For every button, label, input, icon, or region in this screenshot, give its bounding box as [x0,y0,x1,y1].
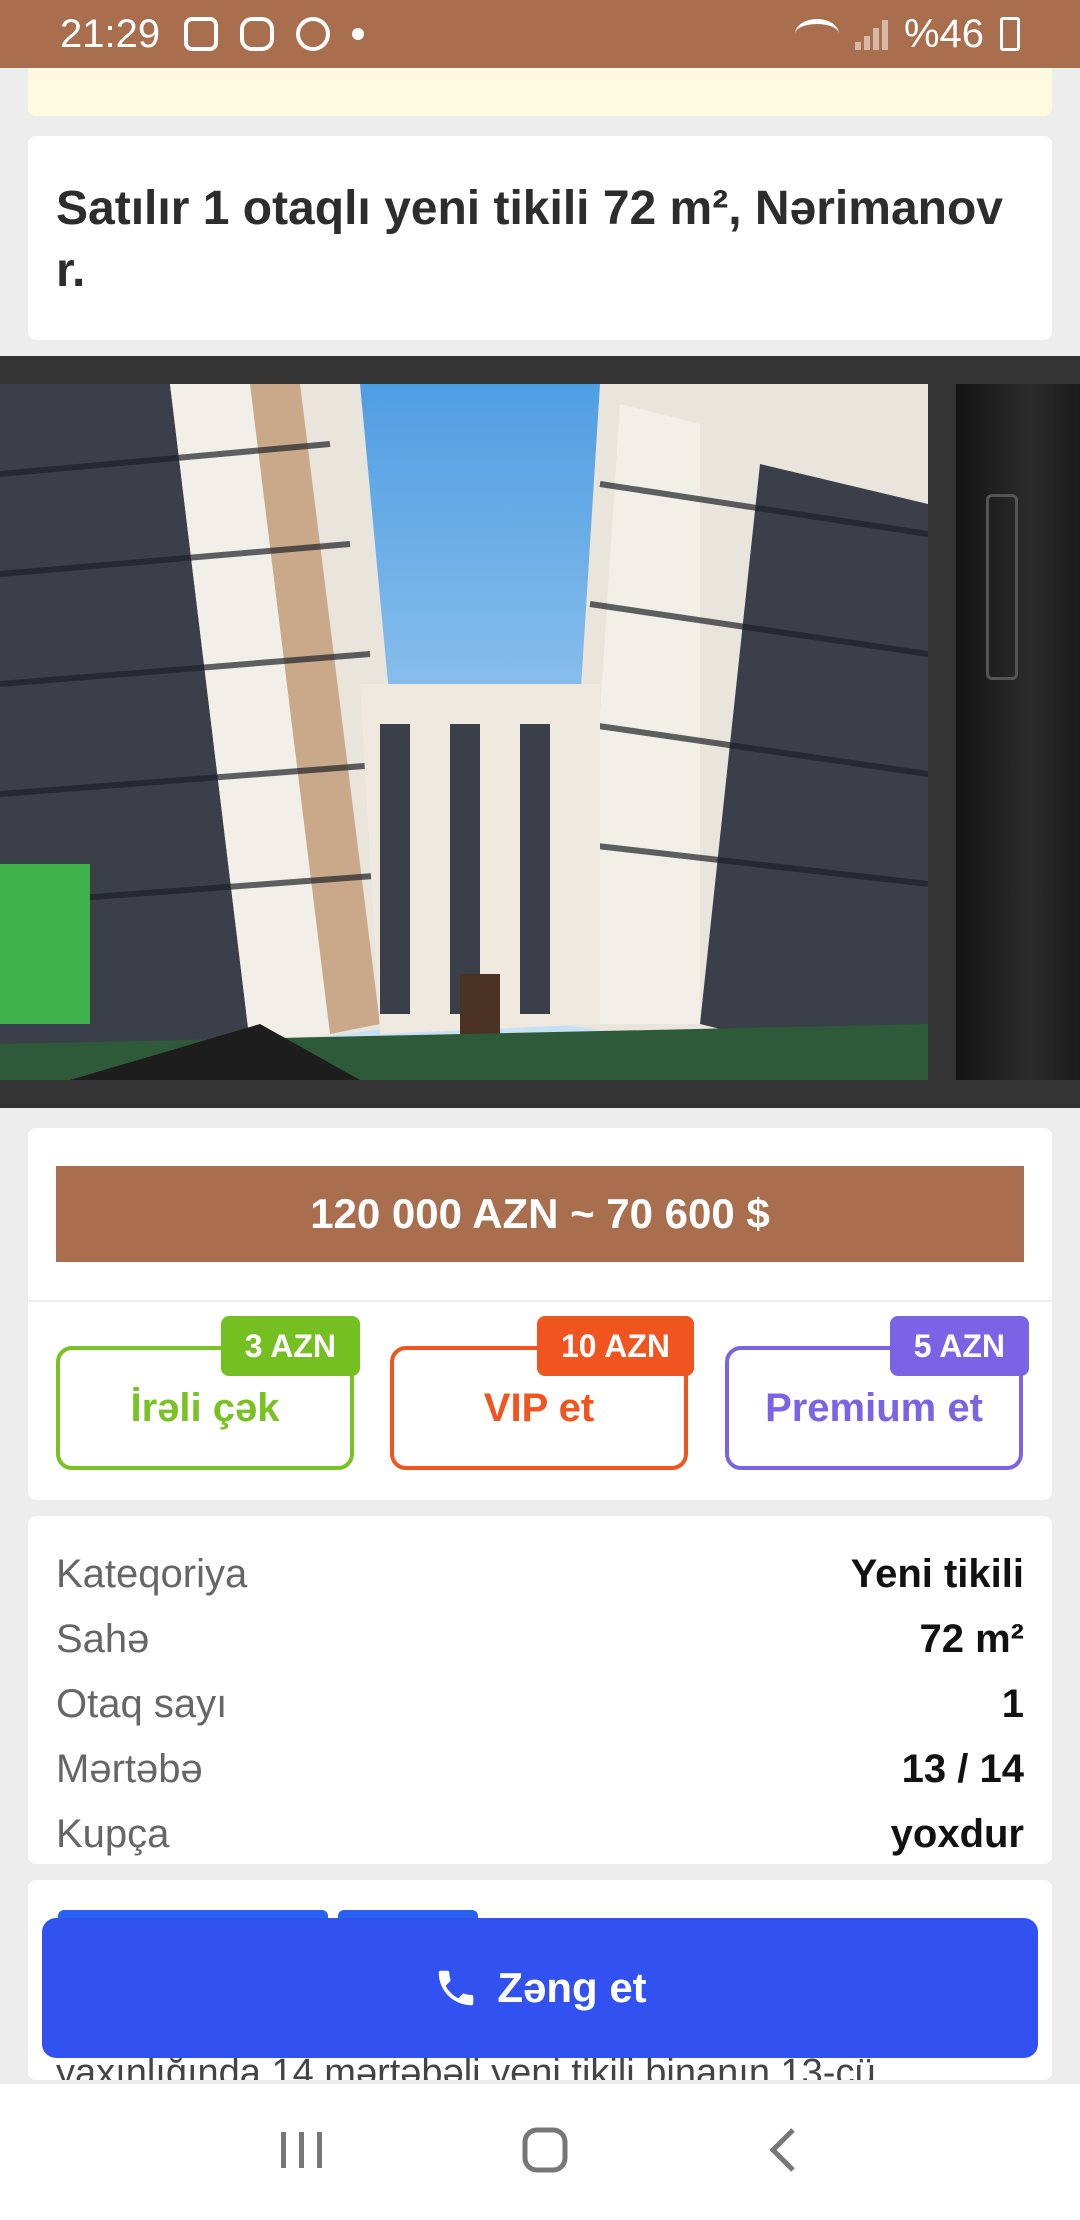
wifi-icon [794,19,839,49]
call-button[interactable]: Zəng et [42,1918,1038,2058]
status-bar: 21:29 %46 [0,0,1080,68]
battery-icon [1000,17,1020,51]
detail-row: Kateqoriya Yeni tikili [56,1542,1024,1607]
dot-icon [352,28,365,40]
detail-value: 1 [1001,1682,1024,1726]
promo-label: VIP et [483,1385,595,1430]
vip-button[interactable]: 10 AZN VIP et [390,1316,694,1470]
signal-icon [854,18,888,50]
back-icon [769,2127,796,2172]
detail-label: Mərtəbə [56,1747,203,1791]
gallery-icon [184,17,219,51]
call-button-label: Zəng et [497,1964,647,2011]
detail-label: Kupça [56,1812,170,1856]
premium-button[interactable]: 5 AZN Premium et [725,1316,1029,1470]
detail-row: Kupça yoxdur [56,1802,1024,1867]
recent-apps-button[interactable] [277,2128,327,2177]
detail-row: Sahə 72 m² [56,1607,1024,1672]
notice-strip [28,68,1052,116]
home-icon [522,2127,568,2172]
detail-row: Mərtəbə 13 / 14 [56,1737,1024,1802]
detail-row: Otaq sayı 1 [56,1672,1024,1737]
detail-label: Kateqoriya [56,1552,248,1596]
detail-value: Yeni tikili [850,1552,1024,1596]
promo-label: İrəli çək [130,1385,280,1430]
promote-forward-button[interactable]: 3 AZN İrəli çək [56,1316,360,1470]
home-button[interactable] [520,2125,570,2180]
status-time: 21:29 [60,11,161,56]
detail-value: yoxdur [890,1812,1024,1856]
photo-gallery[interactable] [0,356,1080,1108]
facebook-icon [296,17,331,51]
title-card: Satılır 1 otaqlı yeni tikili 72 m², Nəri… [28,136,1052,340]
instagram-icon [240,17,275,51]
promo-price-badge: 5 AZN [889,1316,1029,1376]
system-nav-bar [0,2084,1080,2220]
detail-label: Sahə [56,1617,150,1661]
promo-label: Premium et [765,1385,983,1430]
listing-photo[interactable] [0,384,928,1080]
divider [28,1300,1052,1302]
promo-price-badge: 3 AZN [220,1316,360,1376]
detail-value: 13 / 14 [901,1747,1024,1791]
detail-label: Otaq sayı [56,1682,228,1726]
battery-percent: %46 [903,11,984,56]
price-bar: 120 000 AZN ~ 70 600 $ [56,1166,1024,1262]
recents-icon [280,2131,322,2168]
detail-value: 72 m² [919,1617,1025,1661]
phone-icon [439,1970,474,2006]
promo-price-badge: 10 AZN [536,1316,694,1376]
price-card: 120 000 AZN ~ 70 600 $ 3 AZN İrəli çək 1… [28,1128,1052,1500]
details-card: Kateqoriya Yeni tikili Sahə 72 m² Otaq s… [28,1516,1052,1864]
next-photo-preview[interactable] [956,384,1080,1080]
back-button[interactable] [763,2125,803,2180]
listing-title: Satılır 1 otaqlı yeni tikili 72 m², Nəri… [56,182,1003,297]
